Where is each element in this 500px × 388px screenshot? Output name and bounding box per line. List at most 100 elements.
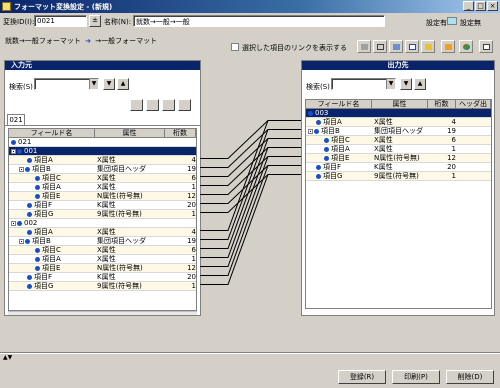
input-copy-button[interactable] bbox=[162, 99, 175, 111]
table-row[interactable]: 項目B 集団項目ヘッダ 19 bbox=[306, 127, 491, 136]
close-button[interactable]: × bbox=[487, 1, 498, 11]
output-col-header-output[interactable]: ヘッダ出力 bbox=[456, 100, 491, 116]
field-node-icon bbox=[27, 211, 32, 217]
field-digits-cell: 12 bbox=[187, 264, 196, 272]
table-row[interactable]: 項目A X属性 1 bbox=[306, 145, 491, 154]
print-button[interactable]: 印刷(P) bbox=[392, 370, 440, 384]
table-row[interactable]: 項目C X属性 6 bbox=[306, 136, 491, 145]
input-grid: フィールド名 属性 桁数 021 001 項目A X属性 4 項目B 集団項目ヘッダ 19 項目… bbox=[8, 128, 197, 311]
chevron-down-icon[interactable]: ▼ bbox=[386, 79, 395, 89]
table-row[interactable]: 項目A X属性 1 bbox=[9, 183, 196, 192]
collapse-icon[interactable] bbox=[11, 220, 16, 226]
collapse-icon[interactable] bbox=[19, 238, 24, 244]
breadcrumb-to: →一般フォーマット bbox=[95, 37, 158, 45]
input-search-prev-button[interactable]: ▲ bbox=[117, 78, 129, 90]
table-row[interactable]: 項目B 集団項目ヘッダ 19 bbox=[9, 237, 196, 246]
collapse-icon[interactable] bbox=[19, 166, 24, 172]
toolbar-edit-button[interactable] bbox=[389, 40, 403, 53]
table-row[interactable]: 項目A X属性 4 bbox=[306, 118, 491, 127]
input-add-button[interactable] bbox=[130, 99, 143, 111]
expand-toggle-icon[interactable]: ▲▼ bbox=[3, 354, 12, 361]
table-row[interactable]: 項目A X属性 1 bbox=[9, 255, 196, 264]
field-node-icon bbox=[324, 137, 329, 143]
input-col-digits[interactable]: 桁数 bbox=[165, 129, 196, 138]
field-attr-cell: 9属性(符号無) bbox=[97, 282, 142, 290]
output-search-prev-button[interactable]: ▲ bbox=[414, 78, 426, 90]
toolbar-close-button[interactable] bbox=[479, 40, 493, 53]
table-row[interactable]: 項目E N属性(符号無) 12 bbox=[9, 264, 196, 273]
conversion-id-field[interactable]: 0021 bbox=[34, 15, 87, 27]
table-row[interactable]: 項目F K属性 20 bbox=[306, 163, 491, 172]
output-col-fieldname[interactable]: フィールド名 bbox=[306, 100, 372, 109]
table-row[interactable]: 項目G 9属性(符号無) 1 bbox=[306, 172, 491, 181]
input-horizontal-scrollbar[interactable] bbox=[8, 311, 197, 315]
collapse-icon[interactable] bbox=[11, 148, 16, 154]
table-row[interactable]: 項目G 9属性(符号無) 1 bbox=[9, 210, 196, 219]
toolbar-color-button[interactable] bbox=[459, 40, 473, 53]
field-attr-cell: K属性 bbox=[97, 201, 116, 209]
input-search-next-button[interactable]: ▼ bbox=[103, 78, 115, 90]
import-icon bbox=[445, 44, 452, 50]
table-row[interactable]: 項目F K属性 20 bbox=[9, 273, 196, 282]
output-col-attr[interactable]: 属性 bbox=[372, 100, 428, 109]
toolbar-unlink-button[interactable] bbox=[373, 40, 387, 53]
field-digits-cell bbox=[428, 109, 458, 118]
name-field[interactable]: 就数→一般→一般 bbox=[133, 15, 385, 27]
field-name-cell: 項目C bbox=[35, 246, 95, 255]
field-name: 003 bbox=[315, 109, 329, 117]
setting-none-label: 設定無 bbox=[460, 19, 481, 27]
toolbar-link-button[interactable] bbox=[357, 40, 371, 53]
field-node-icon bbox=[308, 110, 313, 116]
output-grid: フィールド名 属性 桁数 ヘッダ出力 003項目AX属性4項目B集団項目ヘッダ1… bbox=[305, 99, 492, 309]
field-name-cell: 項目E bbox=[324, 154, 372, 163]
toolbar-export-button[interactable] bbox=[421, 40, 435, 53]
link-line bbox=[200, 120, 302, 159]
show-links-checkbox[interactable] bbox=[231, 43, 239, 51]
setting-color-swatch bbox=[447, 17, 457, 25]
input-delete-button[interactable] bbox=[178, 99, 191, 111]
toolbar-import-button[interactable] bbox=[441, 40, 455, 53]
maximize-button[interactable]: □ bbox=[475, 1, 486, 11]
collapse-icon[interactable] bbox=[308, 128, 313, 134]
output-col-digits[interactable]: 桁数 bbox=[428, 100, 456, 109]
input-insert-button[interactable] bbox=[146, 99, 159, 111]
table-row[interactable]: 項目E N属性(符号無) 12 bbox=[306, 154, 491, 163]
field-name: 項目F bbox=[34, 273, 53, 281]
id-spin-button[interactable]: ± bbox=[89, 15, 101, 27]
field-attr-cell: 9属性(符号無) bbox=[97, 210, 142, 218]
table-row[interactable]: 項目C X属性 6 bbox=[9, 174, 196, 183]
table-row[interactable]: 021 bbox=[9, 138, 196, 147]
toolbar-table-button[interactable] bbox=[405, 40, 419, 53]
table-row[interactable]: 項目C X属性 6 bbox=[9, 246, 196, 255]
field-attr-cell: N属性(符号無) bbox=[97, 192, 143, 200]
table-row[interactable]: 項目G 9属性(符号無) 1 bbox=[9, 282, 196, 291]
register-button[interactable]: 登録(R) bbox=[338, 370, 386, 384]
delete-button[interactable]: 削除(D) bbox=[446, 370, 494, 384]
table-row[interactable]: 項目A X属性 4 bbox=[9, 156, 196, 165]
input-col-attr[interactable]: 属性 bbox=[95, 129, 165, 138]
field-name: 項目A bbox=[34, 228, 53, 236]
table-row[interactable]: 項目A X属性 4 bbox=[9, 228, 196, 237]
input-search-combo[interactable]: ▼ bbox=[34, 78, 99, 90]
input-col-fieldname[interactable]: フィールド名 bbox=[9, 129, 95, 138]
table-row[interactable]: 002 bbox=[9, 219, 196, 228]
field-name-cell: 項目A bbox=[324, 145, 372, 154]
splitter[interactable] bbox=[0, 352, 500, 354]
table-row[interactable]: 001 bbox=[9, 147, 196, 156]
table-row[interactable]: 項目F K属性 20 bbox=[9, 201, 196, 210]
field-attr-cell: X属性 bbox=[97, 228, 116, 236]
table-row[interactable]: 項目B 集団項目ヘッダ 19 bbox=[9, 165, 196, 174]
chevron-down-icon[interactable]: ▼ bbox=[89, 79, 98, 89]
output-search-combo[interactable]: ▼ bbox=[331, 78, 396, 90]
field-name: 項目F bbox=[34, 201, 53, 209]
field-name-cell: 項目A bbox=[35, 255, 95, 264]
arrow-right-icon: ➜ bbox=[85, 37, 91, 45]
table-row[interactable]: 003 bbox=[306, 109, 491, 118]
field-node-icon bbox=[316, 164, 321, 170]
output-search-next-button[interactable]: ▼ bbox=[400, 78, 412, 90]
minimize-button[interactable]: _ bbox=[463, 1, 474, 11]
field-attr-cell: X属性 bbox=[374, 118, 393, 126]
field-node-icon bbox=[35, 256, 40, 262]
table-row[interactable]: 項目E N属性(符号無) 12 bbox=[9, 192, 196, 201]
field-name-cell: 項目F bbox=[27, 273, 95, 282]
